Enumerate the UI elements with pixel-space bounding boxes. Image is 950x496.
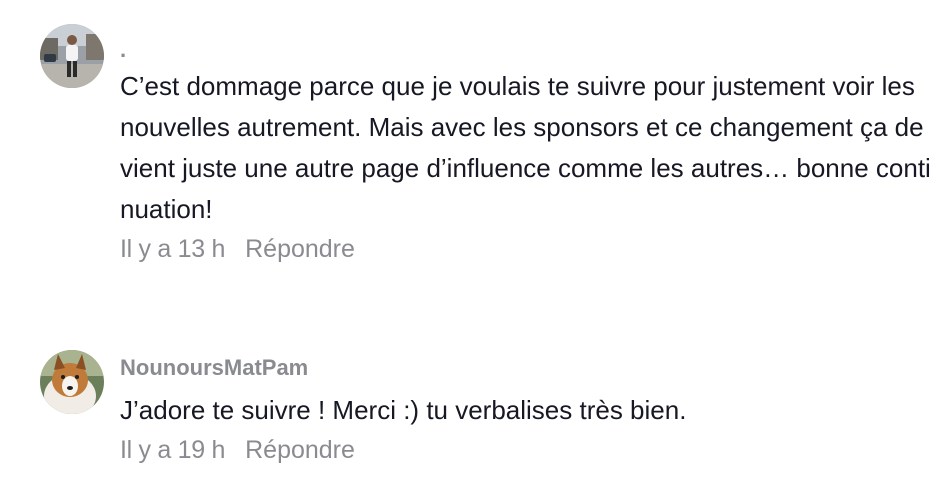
avatar[interactable] <box>40 350 104 414</box>
avatar[interactable] <box>40 24 104 88</box>
comment-username[interactable]: . <box>120 36 936 64</box>
reply-button[interactable]: Répondre <box>245 235 355 263</box>
comment-username[interactable]: NounoursMatPam <box>120 354 936 382</box>
comment-timestamp: Il y a 19 h <box>120 436 226 464</box>
reply-button[interactable]: Répondre <box>245 436 355 464</box>
avatar-photo-man-street <box>40 24 104 88</box>
comment-text: J’adore te suivre ! Merci :) tu verbalis… <box>120 395 687 425</box>
comment-item: NounoursMatPam J’adore te suivre ! Merci… <box>0 330 950 490</box>
comment-item: . C’est dommage parce que je voulais te … <box>0 0 950 290</box>
avatar-photo-collie-dog <box>40 350 104 414</box>
comment-meta: Il y a 19 h Répondre <box>120 433 936 467</box>
comment-meta: Il y a 13 h Répondre <box>120 232 936 266</box>
comment-body: . C’est dommage parce que je voulais te … <box>120 36 936 266</box>
comment-text: C’est dommage parce que je voulais te su… <box>120 71 931 224</box>
comment-timestamp: Il y a 13 h <box>120 235 226 263</box>
comment-body: NounoursMatPam J’adore te suivre ! Merci… <box>120 354 936 467</box>
